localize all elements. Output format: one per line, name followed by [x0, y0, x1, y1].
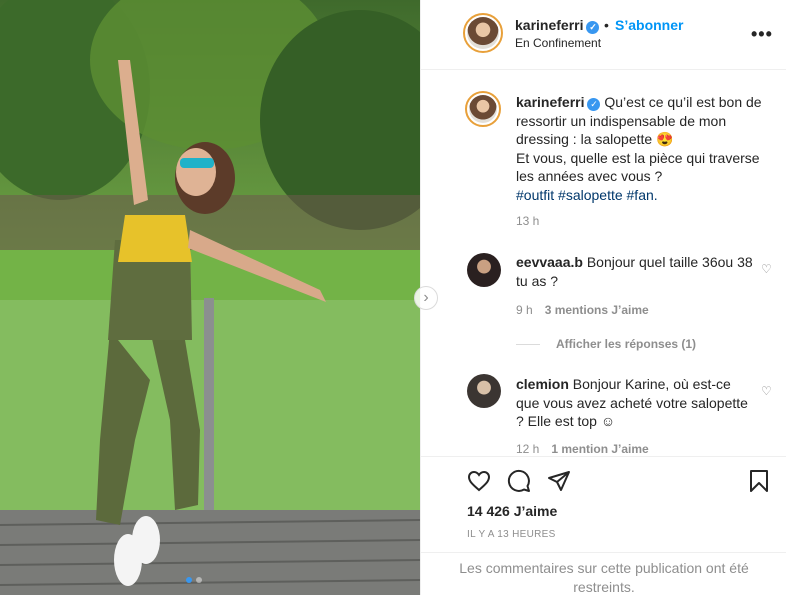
post-actions: 14 426 J’aime IL Y A 13 HEURES Les comme…: [421, 456, 786, 595]
post-header: karineferri ✓ • S’abonner En Confinement …: [421, 0, 786, 70]
view-replies-button[interactable]: Afficher les réponses (1): [516, 337, 696, 351]
comment: eevvaaa.b Bonjour quel taille 36ou 38 tu…: [516, 253, 756, 290]
post-photo[interactable]: [0, 0, 420, 595]
follow-button[interactable]: S’abonner: [615, 17, 683, 33]
replies-divider: [516, 343, 540, 345]
view-replies-label[interactable]: Afficher les réponses (1): [556, 337, 696, 351]
more-options-icon[interactable]: •••: [751, 24, 773, 45]
caption-hashtags[interactable]: #outfit #salopette #fan.: [516, 187, 658, 203]
verified-badge-icon: ✓: [586, 21, 600, 34]
post-timestamp: IL Y A 13 HEURES: [467, 529, 556, 540]
author-username[interactable]: karineferri ✓: [515, 17, 600, 34]
heart-icon[interactable]: [467, 469, 491, 493]
separator-dot: •: [604, 17, 609, 33]
verified-badge-icon: ✓: [587, 98, 601, 111]
caption-author-avatar[interactable]: [465, 91, 501, 127]
comment-icon[interactable]: [507, 469, 531, 493]
comment-meta: 12 h 1 mention J’aime: [516, 442, 649, 454]
comments-restricted-notice: Les commentaires sur cette publication o…: [421, 552, 786, 595]
commenter-avatar[interactable]: [467, 374, 501, 408]
caption-question: Et vous, quelle est la pièce qui travers…: [516, 149, 760, 185]
carousel-dots: [186, 577, 202, 583]
comment-likes[interactable]: 1 mention J’aime: [551, 442, 648, 454]
comment: clemion Bonjour Karine, où est-ce que vo…: [516, 375, 756, 431]
post-photo-illustration: [0, 0, 420, 595]
comment-time: 9 h: [516, 303, 533, 317]
comment-like-heart-icon[interactable]: ♡: [761, 262, 772, 276]
post-side-panel: karineferri ✓ • S’abonner En Confinement …: [420, 0, 786, 595]
bookmark-icon[interactable]: [747, 469, 771, 493]
comment-like-heart-icon[interactable]: ♡: [761, 384, 772, 398]
comment-time: 12 h: [516, 442, 540, 454]
comment-meta: 9 h 3 mentions J’aime: [516, 303, 649, 317]
location-link[interactable]: En Confinement: [515, 36, 601, 50]
carousel-dot: [186, 577, 192, 583]
restricted-line: restreints.: [573, 578, 635, 595]
restricted-line: Les commentaires sur cette publication o…: [459, 560, 749, 576]
paper-plane-icon[interactable]: [547, 469, 571, 493]
comment-username[interactable]: eevvaaa.b: [516, 254, 583, 270]
carousel-dot: [196, 577, 202, 583]
commenter-avatar[interactable]: [467, 253, 501, 287]
caption-username[interactable]: karineferri: [516, 94, 584, 110]
likes-count[interactable]: 14 426 J’aime: [467, 503, 557, 519]
comment-username[interactable]: clemion: [516, 376, 569, 392]
caption: karineferri ✓ Qu’est ce qu’il est bon de …: [516, 93, 776, 204]
author-avatar[interactable]: [463, 13, 503, 53]
caption-timestamp: 13 h: [516, 214, 540, 228]
comment-likes[interactable]: 3 mentions J’aime: [545, 303, 649, 317]
chevron-right-icon[interactable]: ›: [414, 286, 438, 310]
author-username-text[interactable]: karineferri: [515, 17, 583, 33]
